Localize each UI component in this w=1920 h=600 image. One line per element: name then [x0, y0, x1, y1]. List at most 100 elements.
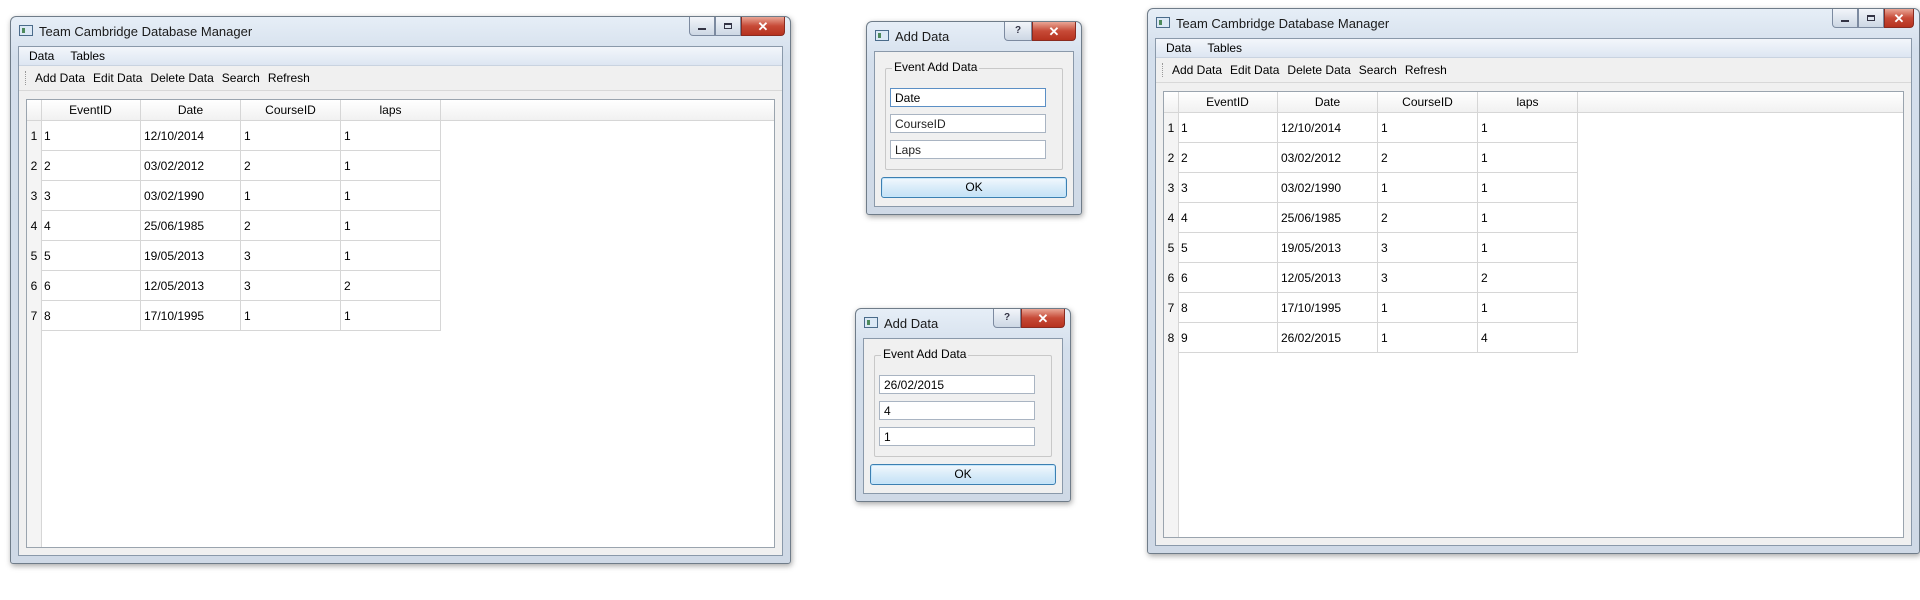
table-cell[interactable]: 25/06/1985 [141, 211, 241, 241]
table-cell[interactable]: 9 [1178, 323, 1278, 353]
delete-data-button[interactable]: Delete Data [1283, 59, 1354, 81]
table-cell[interactable]: 1 [1478, 233, 1578, 263]
table-row[interactable]: 1 1 12/10/2014 1 1 [27, 121, 774, 151]
row-header[interactable]: 4 [27, 211, 41, 241]
table-cell[interactable]: 17/10/1995 [141, 301, 241, 331]
corner-button[interactable] [1164, 92, 1179, 112]
menu-data[interactable]: Data [1158, 39, 1199, 57]
table-cell[interactable]: 2 [241, 211, 341, 241]
table-row[interactable]: 2 2 03/02/2012 2 1 [27, 151, 774, 181]
table-cell[interactable]: 8 [1178, 293, 1278, 323]
table-cell[interactable]: 03/02/1990 [1278, 173, 1378, 203]
table-row[interactable]: 6 6 12/05/2013 3 2 [27, 271, 774, 301]
data-table[interactable]: EventID Date CourseID laps 1 1 12/10/2014 1… [1163, 91, 1904, 538]
table-row[interactable]: 7 8 17/10/1995 1 1 [27, 301, 774, 331]
search-button[interactable]: Search [218, 67, 264, 89]
table-row[interactable]: 4 4 25/06/1985 2 1 [1164, 203, 1903, 233]
row-header[interactable]: 3 [27, 181, 41, 211]
courseid-field[interactable] [879, 401, 1035, 420]
table-cell[interactable]: 12/05/2013 [141, 271, 241, 301]
menu-data[interactable]: Data [21, 47, 62, 65]
add-data-button[interactable]: Add Data [1168, 59, 1226, 81]
delete-data-button[interactable]: Delete Data [146, 67, 217, 89]
table-cell[interactable]: 12/05/2013 [1278, 263, 1378, 293]
table-cell[interactable]: 5 [1178, 233, 1278, 263]
row-header[interactable]: 5 [1164, 233, 1178, 263]
table-cell[interactable]: 17/10/1995 [1278, 293, 1378, 323]
table-cell[interactable]: 1 [341, 121, 441, 151]
table-cell[interactable]: 1 [341, 151, 441, 181]
table-cell[interactable]: 3 [1378, 233, 1478, 263]
data-table[interactable]: EventID Date CourseID laps 1 1 12/10/2014 1… [26, 99, 775, 548]
table-cell[interactable]: 19/05/2013 [1278, 233, 1378, 263]
table-cell[interactable]: 12/10/2014 [141, 121, 241, 151]
table-row[interactable]: 6 6 12/05/2013 3 2 [1164, 263, 1903, 293]
table-cell[interactable]: 8 [41, 301, 141, 331]
dialog-title-bar[interactable]: Add Data ? ✕ [867, 22, 1081, 50]
table-cell[interactable]: 3 [241, 271, 341, 301]
table-cell[interactable]: 1 [341, 181, 441, 211]
row-header[interactable]: 4 [1164, 203, 1178, 233]
table-cell[interactable]: 1 [1478, 293, 1578, 323]
table-cell[interactable]: 03/02/2012 [1278, 143, 1378, 173]
table-cell[interactable]: 2 [1378, 203, 1478, 233]
edit-data-button[interactable]: Edit Data [1226, 59, 1283, 81]
close-button[interactable]: ✕ [1021, 309, 1065, 328]
table-cell[interactable]: 19/05/2013 [141, 241, 241, 271]
table-cell[interactable]: 1 [1478, 143, 1578, 173]
table-cell[interactable]: 4 [1478, 323, 1578, 353]
col-header-laps[interactable]: laps [1478, 92, 1578, 112]
table-cell[interactable]: 2 [1178, 143, 1278, 173]
toolbar-grip[interactable] [1162, 63, 1166, 77]
table-cell[interactable]: 1 [1378, 113, 1478, 143]
table-row[interactable]: 8 9 26/02/2015 1 4 [1164, 323, 1903, 353]
table-cell[interactable]: 4 [41, 211, 141, 241]
help-button[interactable]: ? [993, 309, 1021, 328]
date-field[interactable] [890, 88, 1046, 107]
table-cell[interactable]: 3 [1378, 263, 1478, 293]
table-cell[interactable]: 1 [341, 241, 441, 271]
table-row[interactable]: 5 5 19/05/2013 3 1 [27, 241, 774, 271]
col-header-eventid[interactable]: EventID [1178, 92, 1278, 112]
row-header[interactable]: 3 [1164, 173, 1178, 203]
col-header-courseid[interactable]: CourseID [1378, 92, 1478, 112]
table-cell[interactable]: 1 [1378, 173, 1478, 203]
maximize-button[interactable] [1858, 9, 1884, 28]
table-cell[interactable]: 1 [1378, 293, 1478, 323]
table-row[interactable]: 3 3 03/02/1990 1 1 [1164, 173, 1903, 203]
table-row[interactable]: 1 1 12/10/2014 1 1 [1164, 113, 1903, 143]
row-header[interactable]: 2 [27, 151, 41, 181]
table-cell[interactable]: 2 [241, 151, 341, 181]
table-cell[interactable]: 26/02/2015 [1278, 323, 1378, 353]
table-cell[interactable]: 1 [241, 121, 341, 151]
minimize-button[interactable] [689, 17, 715, 36]
row-header[interactable]: 6 [1164, 263, 1178, 293]
refresh-button[interactable]: Refresh [264, 67, 314, 89]
minimize-button[interactable] [1832, 9, 1858, 28]
table-cell[interactable]: 12/10/2014 [1278, 113, 1378, 143]
ok-button[interactable]: OK [870, 464, 1056, 485]
table-cell[interactable]: 1 [1478, 203, 1578, 233]
row-header[interactable]: 8 [1164, 323, 1178, 353]
table-row[interactable]: 7 8 17/10/1995 1 1 [1164, 293, 1903, 323]
laps-field[interactable] [879, 427, 1035, 446]
table-cell[interactable]: 3 [241, 241, 341, 271]
edit-data-button[interactable]: Edit Data [89, 67, 146, 89]
table-cell[interactable]: 6 [41, 271, 141, 301]
table-cell[interactable]: 2 [1478, 263, 1578, 293]
table-cell[interactable]: 2 [1378, 143, 1478, 173]
row-header[interactable]: 1 [1164, 113, 1178, 143]
table-cell[interactable]: 1 [241, 181, 341, 211]
toolbar-grip[interactable] [25, 71, 29, 85]
table-row[interactable]: 4 4 25/06/1985 2 1 [27, 211, 774, 241]
table-cell[interactable]: 1 [241, 301, 341, 331]
col-header-date[interactable]: Date [1278, 92, 1378, 112]
row-header[interactable]: 7 [27, 301, 41, 331]
col-header-laps[interactable]: laps [341, 100, 441, 120]
courseid-field[interactable] [890, 114, 1046, 133]
table-cell[interactable]: 03/02/1990 [141, 181, 241, 211]
dialog-title-bar[interactable]: Add Data ? ✕ [856, 309, 1070, 337]
table-cell[interactable]: 1 [41, 121, 141, 151]
table-row[interactable]: 5 5 19/05/2013 3 1 [1164, 233, 1903, 263]
row-header[interactable]: 5 [27, 241, 41, 271]
